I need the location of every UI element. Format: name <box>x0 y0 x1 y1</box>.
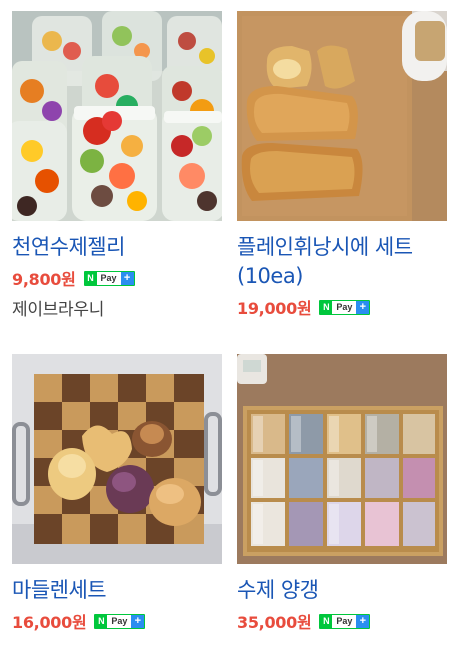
product-card-madeleine[interactable]: 마들렌세트 16,000원 N Pay + <box>12 354 222 632</box>
product-image-yanggaeng[interactable] <box>237 354 447 564</box>
naver-n-icon: N <box>95 614 108 628</box>
price-row: 16,000원 N Pay + <box>12 610 222 632</box>
plus-icon: + <box>131 614 145 628</box>
price-row: 35,000원 N Pay + <box>237 610 447 632</box>
plus-icon: + <box>120 271 134 285</box>
price-row: 19,000원 N Pay + <box>237 296 447 318</box>
product-card-jelly[interactable]: 천연수제젤리 9,800원 N Pay + 제이브라우니 <box>12 11 222 320</box>
product-card-yanggaeng[interactable]: 수제 양갱 35,000원 N Pay + <box>237 354 447 632</box>
product-name[interactable]: 마들렌세트 <box>12 576 222 605</box>
pay-label: Pay <box>111 616 128 626</box>
pay-label: Pay <box>336 616 353 626</box>
plus-icon: + <box>356 300 370 314</box>
product-name[interactable]: 천연수제젤리 <box>12 233 222 262</box>
product-image-jelly[interactable] <box>12 11 222 221</box>
naver-pay-badge[interactable]: N Pay + <box>319 613 371 629</box>
naver-pay-badge[interactable]: N Pay + <box>83 270 135 286</box>
naver-n-icon: N <box>320 614 333 628</box>
product-price: 19,000원 <box>237 299 312 318</box>
product-name[interactable]: 플레인휘낭시에 세트(10ea) <box>237 233 447 291</box>
naver-n-icon: N <box>84 271 97 285</box>
price-row: 9,800원 N Pay + <box>12 267 222 289</box>
seller-name[interactable]: 제이브라우니 <box>12 295 222 320</box>
product-card-financier[interactable]: 플레인휘낭시에 세트(10ea) 19,000원 N Pay + <box>237 11 447 318</box>
naver-pay-badge[interactable]: N Pay + <box>319 299 371 315</box>
naver-pay-badge[interactable]: N Pay + <box>94 613 146 629</box>
product-price: 9,800원 <box>12 270 76 289</box>
product-price: 35,000원 <box>237 613 312 632</box>
product-price: 16,000원 <box>12 613 87 632</box>
product-image-madeleine[interactable] <box>12 354 222 564</box>
naver-n-icon: N <box>320 300 333 314</box>
pay-label: Pay <box>336 302 353 312</box>
product-image-financier[interactable] <box>237 11 447 221</box>
plus-icon: + <box>356 614 370 628</box>
product-name[interactable]: 수제 양갱 <box>237 576 447 605</box>
pay-label: Pay <box>100 273 117 283</box>
